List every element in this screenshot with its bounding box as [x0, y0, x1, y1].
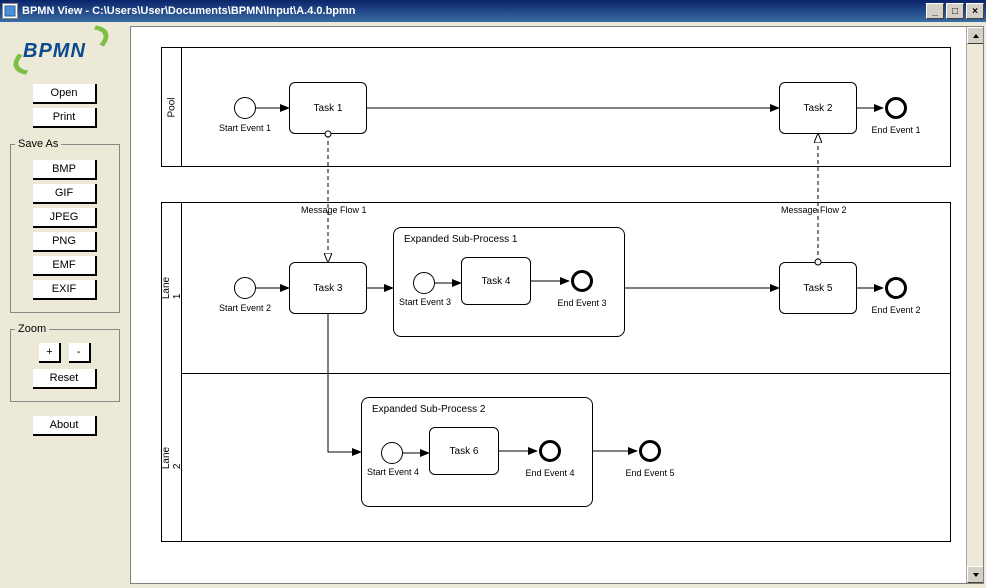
- start-event-4-label: Start Event 4: [367, 467, 417, 477]
- sidebar: BPMN Open Print Save As BMP GIF JPEG PNG…: [0, 22, 130, 588]
- save-jpeg-button[interactable]: JPEG: [33, 208, 97, 228]
- task-3[interactable]: Task 3: [289, 262, 367, 314]
- save-gif-button[interactable]: GIF: [33, 184, 97, 204]
- subprocess-2-title: Expanded Sub-Process 2: [372, 404, 485, 415]
- start-event-2[interactable]: [234, 277, 256, 299]
- zoom-legend: Zoom: [15, 323, 49, 335]
- close-button[interactable]: ×: [966, 3, 984, 19]
- scroll-down-button[interactable]: [967, 566, 984, 583]
- save-exif-button[interactable]: EXIF: [33, 280, 97, 300]
- start-event-3[interactable]: [413, 272, 435, 294]
- print-button[interactable]: Print: [33, 108, 97, 128]
- save-bmp-button[interactable]: BMP: [33, 160, 97, 180]
- open-button[interactable]: Open: [33, 84, 97, 104]
- window-title: BPMN View - C:\Users\User\Documents\BPMN…: [22, 5, 924, 17]
- lane-divider: [182, 373, 950, 374]
- zoom-out-button[interactable]: -: [69, 343, 91, 363]
- minimize-button[interactable]: _: [926, 3, 944, 19]
- end-event-2-label: End Event 2: [871, 305, 921, 315]
- about-button[interactable]: About: [33, 416, 97, 436]
- end-event-1[interactable]: [885, 97, 907, 119]
- task-6[interactable]: Task 6: [429, 427, 499, 475]
- start-event-2-label: Start Event 2: [219, 303, 271, 313]
- maximize-button[interactable]: □: [946, 3, 964, 19]
- end-event-4[interactable]: [539, 440, 561, 462]
- start-event-1[interactable]: [234, 97, 256, 119]
- end-event-5[interactable]: [639, 440, 661, 462]
- logo-text: BPMN: [23, 40, 86, 63]
- zoom-reset-button[interactable]: Reset: [33, 369, 97, 389]
- lane-2-label: Lane 2: [162, 373, 182, 543]
- end-event-2[interactable]: [885, 277, 907, 299]
- vertical-scrollbar[interactable]: [966, 27, 983, 583]
- start-event-1-label: Start Event 1: [219, 123, 271, 133]
- end-event-4-label: End Event 4: [525, 468, 575, 478]
- subprocess-1-title: Expanded Sub-Process 1: [404, 234, 517, 245]
- pool-1-label: Pool: [162, 48, 182, 166]
- save-emf-button[interactable]: EMF: [33, 256, 97, 276]
- message-flow-2-label: Message Flow 2: [781, 205, 847, 215]
- task-2[interactable]: Task 2: [779, 82, 857, 134]
- message-flow-1-label: Message Flow 1: [301, 205, 367, 215]
- saveas-group: Save As BMP GIF JPEG PNG EMF EXIF: [10, 138, 120, 313]
- task-1[interactable]: Task 1: [289, 82, 367, 134]
- lane-1-label: Lane 1: [162, 203, 182, 373]
- end-event-3-label: End Event 3: [557, 298, 607, 308]
- diagram-canvas[interactable]: Pool Start Event 1 Task 1 Task 2 End Eve…: [131, 27, 966, 583]
- titlebar: BPMN View - C:\Users\User\Documents\BPMN…: [0, 0, 986, 22]
- task-5[interactable]: Task 5: [779, 262, 857, 314]
- zoom-group: Zoom + - Reset: [10, 323, 120, 402]
- canvas-area: Pool Start Event 1 Task 1 Task 2 End Eve…: [130, 26, 984, 584]
- end-event-1-label: End Event 1: [871, 125, 921, 135]
- start-event-4[interactable]: [381, 442, 403, 464]
- scroll-up-button[interactable]: [967, 27, 984, 44]
- zoom-in-button[interactable]: +: [39, 343, 61, 363]
- end-event-5-label: End Event 5: [625, 468, 675, 478]
- app-icon: [2, 3, 18, 19]
- end-event-3[interactable]: [571, 270, 593, 292]
- logo: BPMN: [15, 32, 115, 72]
- start-event-3-label: Start Event 3: [399, 297, 449, 307]
- saveas-legend: Save As: [15, 138, 61, 150]
- save-png-button[interactable]: PNG: [33, 232, 97, 252]
- task-4[interactable]: Task 4: [461, 257, 531, 305]
